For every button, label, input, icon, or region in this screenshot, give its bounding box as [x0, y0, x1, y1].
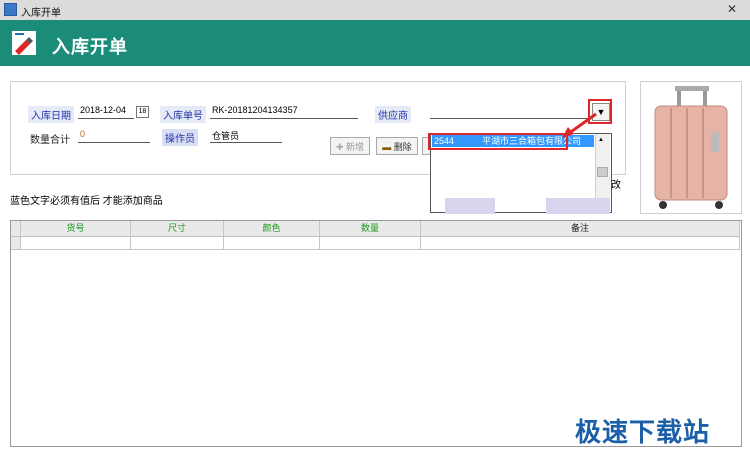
highlight-box — [428, 133, 568, 150]
order-value: RK-20181204134357 — [212, 105, 298, 115]
date-field[interactable]: 2018-12-04 — [78, 104, 134, 119]
add-label: 新增 — [346, 142, 365, 152]
calendar-icon[interactable]: 18 — [136, 106, 149, 118]
operator-value: 仓管员 — [212, 131, 240, 141]
table-cell[interactable] — [320, 237, 421, 250]
order-field[interactable]: RK-20181204134357 — [210, 104, 358, 119]
plus-icon: ✚ — [335, 142, 344, 152]
window-titlebar — [0, 0, 750, 21]
product-photo — [640, 81, 742, 214]
close-button[interactable]: ✕ — [724, 3, 740, 16]
operator-label: 操作员 — [162, 129, 198, 146]
order-label: 入库单号 — [160, 106, 206, 123]
total-label: 数量合计 — [30, 135, 70, 146]
add-button[interactable]: ✚ 新增 — [330, 137, 370, 155]
hidden-button[interactable] — [445, 198, 495, 214]
column-header[interactable]: 数量 — [320, 221, 421, 236]
page-title: 入库开单 — [52, 37, 128, 57]
table-cell[interactable] — [21, 237, 131, 250]
column-header[interactable]: 尺寸 — [131, 221, 224, 236]
table-cell[interactable] — [131, 237, 224, 250]
date-label: 入库日期 — [28, 106, 74, 123]
overflow-text: 改 — [611, 180, 621, 191]
operator-field[interactable]: 仓管员 — [210, 128, 282, 143]
window-title: 入库开单 — [21, 8, 61, 19]
date-value: 2018-12-04 — [80, 105, 127, 115]
pencil-icon — [12, 31, 36, 55]
watermark: 极速下载站 — [575, 417, 711, 447]
total-field[interactable]: 0 — [78, 128, 150, 143]
supplier-label: 供应商 — [375, 106, 411, 123]
table-cell[interactable] — [224, 237, 320, 250]
column-header[interactable]: 备注 — [421, 221, 740, 236]
hint-text: 蓝色文字必须有值后 才能添加商品 — [10, 196, 163, 207]
red-arrow — [562, 112, 597, 138]
total-value: 0 — [80, 129, 86, 139]
delete-button[interactable]: ▬ 删除 — [376, 137, 418, 155]
hidden-button[interactable] — [546, 198, 610, 214]
column-header[interactable]: 货号 — [21, 221, 131, 236]
table-cell[interactable] — [421, 237, 740, 250]
column-header[interactable]: 颜色 — [224, 221, 320, 236]
app-icon — [4, 3, 17, 16]
scroll-thumb[interactable] — [597, 167, 608, 177]
delete-label: 删除 — [393, 142, 412, 152]
row-indicator-header — [11, 221, 21, 236]
row-indicator[interactable] — [11, 237, 21, 250]
minus-icon: ▬ — [382, 142, 392, 152]
